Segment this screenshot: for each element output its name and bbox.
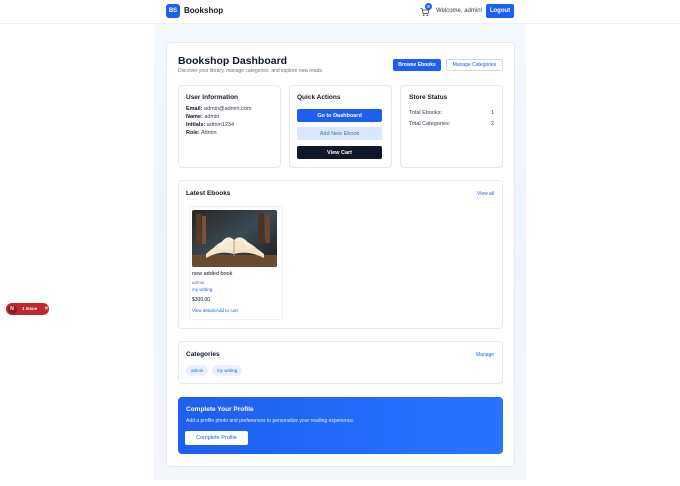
name-label: Name: [186, 114, 203, 120]
top-navbar [0, 0, 680, 24]
issue-count-text: 1 Issue [22, 306, 38, 311]
categories-title: Categories [186, 351, 220, 358]
user-role-row: Role: Admin [186, 130, 217, 136]
quick-actions-title: Quick Actions [297, 94, 341, 101]
user-email-row: Email: admin@admin.com [186, 106, 252, 112]
cart-count-badge: 0 [425, 3, 432, 10]
category-pill-my-writing[interactable]: my writing [212, 365, 243, 376]
add-to-cart-link[interactable]: Add to cart [216, 308, 238, 313]
promo-title: Complete Your Profile [186, 406, 254, 413]
manage-link[interactable]: Manage [476, 352, 494, 358]
page-title: Bookshop Dashboard [178, 55, 288, 67]
total-ebooks-label: Total Ebooks: [409, 110, 443, 116]
issue-avatar-icon: N [7, 304, 17, 314]
promo-text: Add a profile photo and preferences to p… [186, 418, 355, 424]
latest-ebooks-title: Latest Ebooks [186, 190, 231, 197]
email-value: admin@admin.com [204, 106, 252, 112]
go-to-dashboard-button[interactable]: Go to Dashboard [297, 109, 382, 122]
total-categories-label: Total Categories: [409, 121, 451, 127]
total-ebooks-value: 1 [490, 110, 494, 116]
logout-button[interactable]: Logout [486, 4, 514, 18]
initials-value: admin1234 [206, 122, 235, 128]
total-categories-value: 2 [490, 121, 494, 127]
page-subtitle: Discover your library, manage categories… [178, 68, 324, 74]
book-actions: View detailsAdd to cart [192, 308, 238, 313]
manage-categories-button[interactable]: Manage Categories [446, 59, 503, 71]
complete-profile-button[interactable]: Complete Profile [185, 431, 248, 445]
categories-card [178, 341, 503, 384]
view-details-link[interactable]: View details [192, 308, 216, 313]
add-new-ebook-button[interactable]: Add New Ebook [297, 127, 382, 140]
store-status-title: Store Status [409, 94, 448, 101]
book-cover-image[interactable] [192, 210, 277, 267]
initials-label: Initials: [186, 122, 206, 128]
book-category[interactable]: my writing [192, 287, 212, 292]
name-value: admin [204, 114, 220, 120]
issues-badge[interactable]: N 1 Issue ✕ [6, 303, 49, 315]
brand-logo[interactable]: BS [166, 4, 180, 18]
welcome-text: Welcome, admin! [436, 8, 483, 14]
view-cart-button[interactable]: View Cart [297, 146, 382, 159]
role-value: Admin [200, 130, 217, 136]
view-all-link[interactable]: View all [477, 191, 494, 197]
user-initials-row: Initials: admin1234 [186, 122, 234, 128]
close-icon[interactable]: ✕ [44, 305, 49, 312]
book-price: $300.00 [192, 297, 211, 303]
brand-name[interactable]: Bookshop [184, 6, 223, 15]
role-label: Role: [186, 130, 200, 136]
user-info-title: User Information [186, 94, 239, 101]
email-label: Email: [186, 106, 203, 112]
book-author: admin [192, 280, 205, 285]
user-name-row: Name: admin [186, 114, 219, 120]
category-pill-admin[interactable]: admin [186, 365, 209, 376]
browse-ebooks-button[interactable]: Browse Ebooks [393, 59, 441, 71]
book-title[interactable]: new added book [192, 271, 232, 277]
